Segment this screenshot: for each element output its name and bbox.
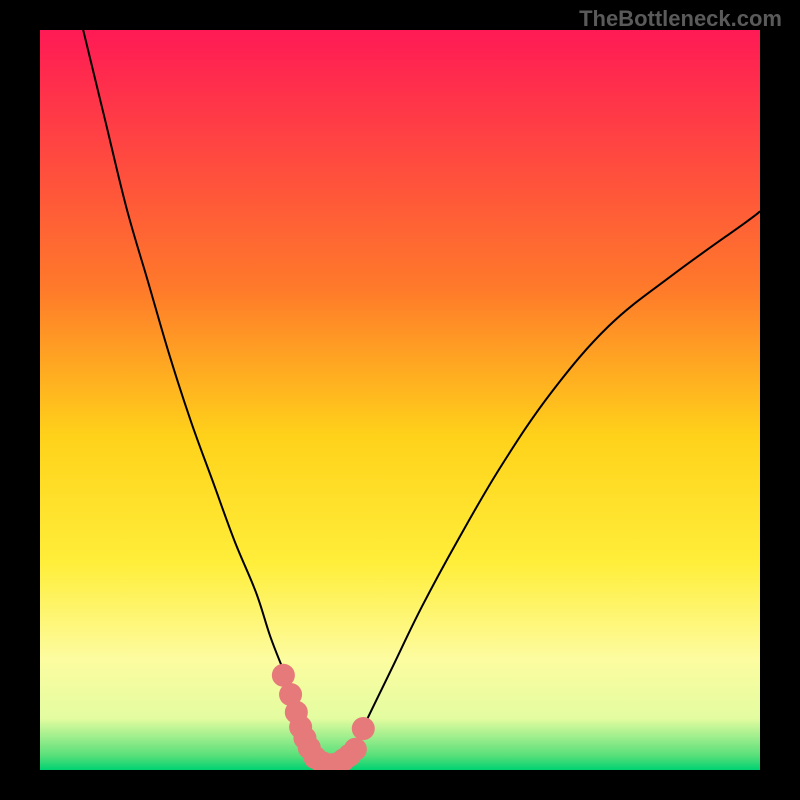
chart-svg bbox=[40, 30, 760, 770]
data-marker bbox=[344, 738, 367, 761]
plot-area bbox=[40, 30, 760, 770]
watermark-text: TheBottleneck.com bbox=[579, 6, 782, 32]
gradient-background bbox=[40, 30, 760, 770]
data-marker bbox=[352, 717, 375, 740]
